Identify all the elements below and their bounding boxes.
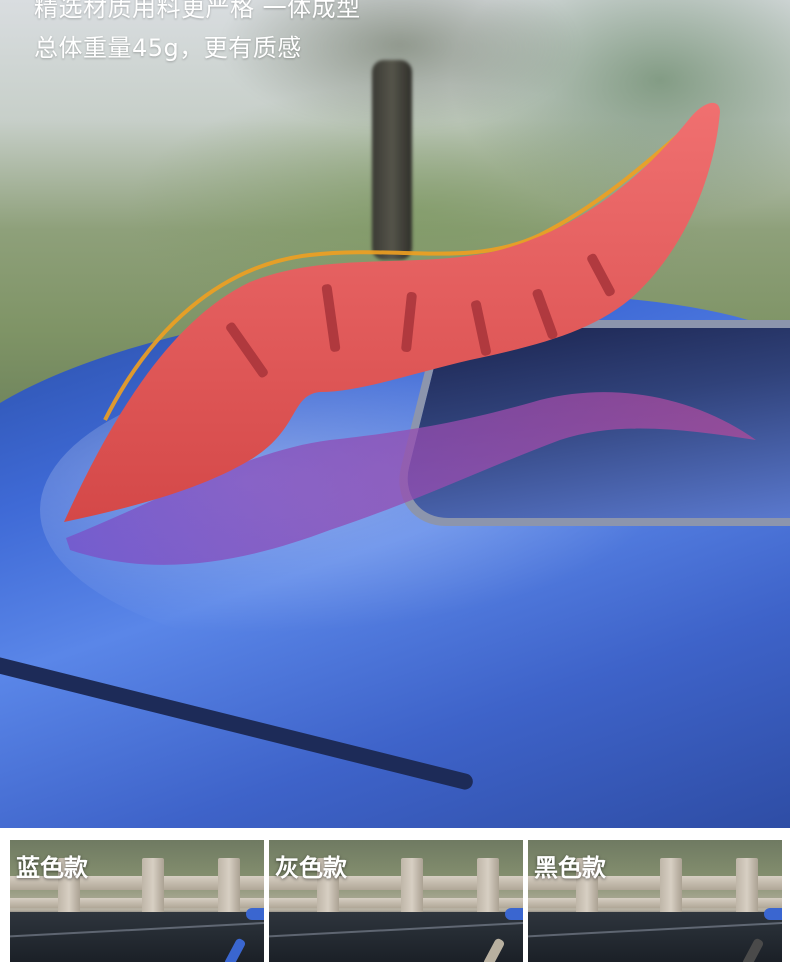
color-option-blue[interactable]: 蓝色款	[10, 840, 264, 962]
spoiler-product	[64, 102, 756, 565]
caption-line-1: 精选材质用料更严格 一体成型	[34, 0, 361, 22]
car-roof-thumb	[269, 912, 523, 962]
roof-edge-thumb	[764, 908, 782, 920]
car-roof-thumb	[528, 912, 782, 962]
color-option-black[interactable]: 黑色款	[528, 840, 782, 962]
color-option-gray[interactable]: 灰色款	[269, 840, 523, 962]
color-option-label: 灰色款	[275, 854, 347, 882]
roof-edge-thumb	[505, 908, 523, 920]
hero-caption: 精选材质用料更严格 一体成型 总体重量45g，更有质感	[34, 0, 361, 68]
color-option-label: 蓝色款	[16, 854, 88, 882]
color-option-label: 黑色款	[534, 854, 606, 882]
roof-edge-thumb	[246, 908, 264, 920]
color-options: 蓝色款 灰色款 黑色款	[10, 840, 782, 962]
hero-image: 精选材质用料更严格 一体成型 总体重量45g，更有质感	[0, 0, 790, 828]
caption-line-2: 总体重量45g，更有质感	[34, 34, 302, 62]
car-roof-thumb	[10, 912, 264, 962]
